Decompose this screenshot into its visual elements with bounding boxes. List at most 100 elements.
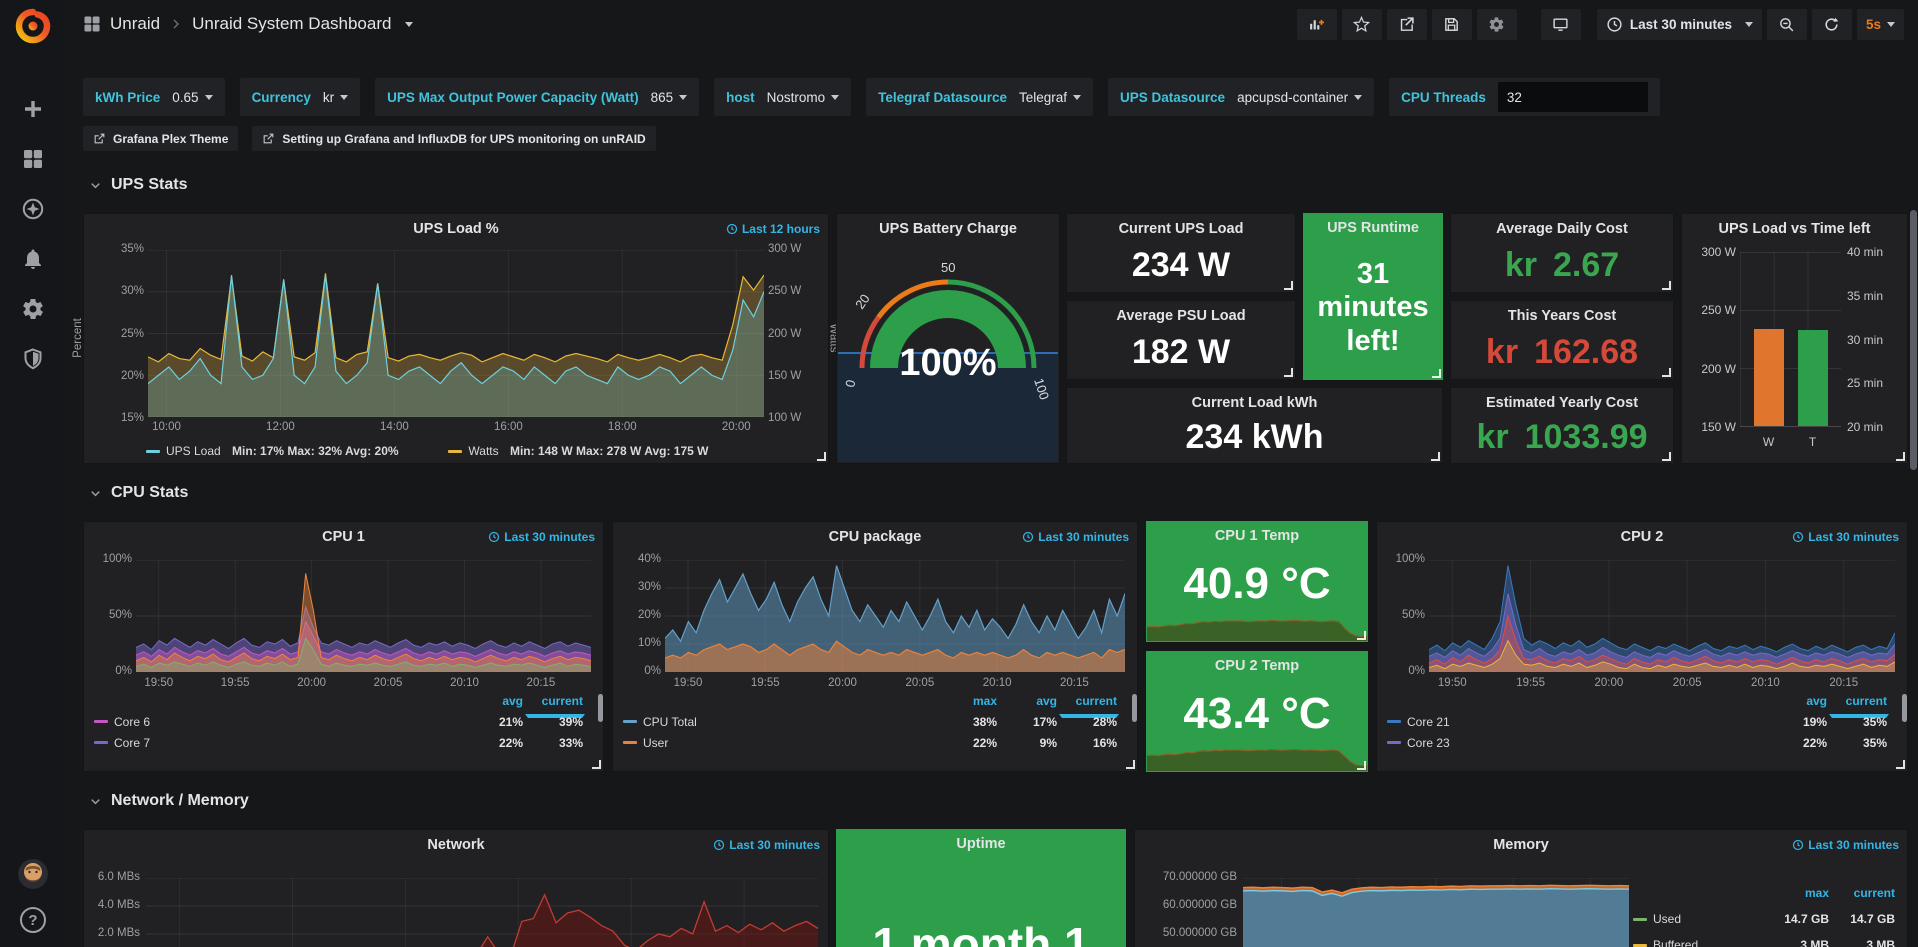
breadcrumb-current[interactable]: Unraid System Dashboard <box>192 14 391 34</box>
panel-title[interactable]: CPU 1 Temp <box>1215 528 1299 544</box>
zoom-out-time-button[interactable] <box>1767 9 1807 40</box>
series-label[interactable]: Core 21 <box>1407 715 1767 729</box>
row-header-cpu-stats[interactable]: CPU Stats <box>88 484 188 502</box>
cycle-view-mode-button[interactable] <box>1541 9 1581 40</box>
panel-time-range-link[interactable]: Last 30 minutes <box>713 838 820 852</box>
save-button[interactable] <box>1432 9 1472 40</box>
alerting-icon[interactable] <box>21 247 45 271</box>
star-button[interactable] <box>1342 9 1382 40</box>
user-avatar[interactable] <box>18 859 48 889</box>
panel-title[interactable]: Uptime <box>956 836 1005 852</box>
series-label[interactable]: CPU Total <box>643 715 937 729</box>
variable-value-dropdown[interactable]: 0.65 <box>172 90 212 105</box>
refresh-interval-picker[interactable]: 5s <box>1857 9 1904 40</box>
configuration-icon[interactable] <box>21 297 45 321</box>
page-scrollbar[interactable] <box>1910 210 1917 470</box>
series-color-swatch[interactable] <box>623 741 637 744</box>
panel-title[interactable]: CPU 2 Temp <box>1215 658 1299 674</box>
panel-time-range-link[interactable]: Last 30 minutes <box>1792 530 1899 544</box>
dashboard-link[interactable]: Grafana Plex Theme <box>83 126 238 151</box>
series-color-swatch[interactable] <box>146 450 160 453</box>
series-label[interactable]: Core 7 <box>114 736 463 750</box>
panel-title[interactable]: Network <box>124 837 788 853</box>
legend-scrollbar[interactable] <box>1132 694 1137 722</box>
create-icon[interactable] <box>21 97 45 121</box>
dashboard-link[interactable]: Setting up Grafana and InfluxDB for UPS … <box>252 126 655 151</box>
series-color-swatch[interactable] <box>1633 918 1647 921</box>
panel-title[interactable]: UPS Battery Charge <box>847 221 1049 237</box>
chevron-down-icon[interactable] <box>405 22 413 27</box>
series-label[interactable]: Core 6 <box>114 715 463 729</box>
series-label[interactable]: UPS Load <box>166 444 221 458</box>
chart-plot-area[interactable] <box>146 878 818 947</box>
panel-title[interactable]: Average PSU Load <box>1116 308 1245 324</box>
chart-plot-area[interactable] <box>148 250 764 417</box>
panel-time-range-link[interactable]: Last 30 minutes <box>1022 530 1129 544</box>
panel-time-range-link[interactable]: Last 30 minutes <box>1792 838 1899 852</box>
row-header-network-memory[interactable]: Network / Memory <box>88 792 249 810</box>
variable-value-dropdown[interactable]: 865 <box>651 90 688 105</box>
add-panel-button[interactable] <box>1297 9 1337 40</box>
share-button[interactable] <box>1387 9 1427 40</box>
panel-title[interactable]: Memory <box>1175 837 1867 853</box>
series-color-swatch[interactable] <box>448 450 462 453</box>
legend-header[interactable]: max <box>1763 886 1829 906</box>
dashboard-settings-button[interactable] <box>1477 9 1517 40</box>
grafana-logo[interactable] <box>14 7 52 45</box>
panel-title[interactable]: UPS Load % <box>124 221 788 237</box>
legend-scrollbar[interactable] <box>598 694 603 722</box>
bar-time-left[interactable] <box>1798 330 1828 426</box>
series-label[interactable]: Buffered <box>1653 938 1763 947</box>
series-color-swatch[interactable] <box>1387 720 1401 723</box>
series-label[interactable]: Watts <box>468 444 498 458</box>
row-header-ups-stats[interactable]: UPS Stats <box>88 176 187 194</box>
chart-plot-area[interactable] <box>136 560 591 672</box>
variable-value-dropdown[interactable]: Nostromo <box>767 90 840 105</box>
legend-header[interactable]: current <box>523 694 583 711</box>
panel-title[interactable]: Current Load kWh <box>1192 395 1318 411</box>
refresh-button[interactable] <box>1812 9 1852 40</box>
breadcrumb-root[interactable]: Unraid <box>110 14 160 34</box>
variable-value-dropdown[interactable]: apcupsd-container <box>1237 90 1362 105</box>
legend-header[interactable]: current <box>1827 694 1887 711</box>
panel-title[interactable]: UPS Runtime <box>1327 220 1419 236</box>
panel-time-range-link[interactable]: Last 12 hours <box>726 222 820 236</box>
legend-header[interactable]: current <box>1057 694 1117 711</box>
panel-title[interactable]: This Years Cost <box>1508 308 1617 324</box>
panel-time-range-link[interactable]: Last 30 minutes <box>488 530 595 544</box>
series-label[interactable]: User <box>643 736 937 750</box>
legend-scrollbar[interactable] <box>1902 694 1907 722</box>
legend-header[interactable]: max <box>937 694 997 711</box>
panel-title[interactable]: UPS Load vs Time left <box>1690 221 1899 237</box>
panel-uptime: Uptime 1 month 1 <box>836 829 1126 947</box>
y-axis-ticks: 100%50%0% <box>92 553 132 677</box>
cpu-threads-input[interactable] <box>1498 82 1648 112</box>
legend-header[interactable]: avg <box>997 694 1057 711</box>
panel-title[interactable]: Estimated Yearly Cost <box>1486 395 1638 411</box>
help-icon[interactable]: ? <box>20 907 46 933</box>
series-label[interactable]: Core 23 <box>1407 736 1767 750</box>
chart-plot-area[interactable] <box>665 560 1125 672</box>
series-color-swatch[interactable] <box>94 741 108 744</box>
series-color-swatch[interactable] <box>1387 741 1401 744</box>
chart-legend: avgcurrent Core 621%39% Core 722%33% <box>94 694 595 753</box>
server-admin-shield-icon[interactable] <box>21 347 45 371</box>
chart-plot-area[interactable] <box>1243 878 1629 947</box>
panel-title[interactable]: Current UPS Load <box>1119 221 1244 237</box>
explore-icon[interactable] <box>21 197 45 221</box>
series-color-swatch[interactable] <box>94 720 108 723</box>
legend-header[interactable]: current <box>1829 886 1895 906</box>
bar-watts[interactable] <box>1754 329 1784 426</box>
chart-plot-area[interactable] <box>1429 560 1895 672</box>
panel-title[interactable]: Average Daily Cost <box>1496 221 1628 237</box>
legend-header[interactable]: avg <box>1767 694 1827 711</box>
time-range-picker[interactable]: Last 30 minutes <box>1597 9 1762 40</box>
variable-value-dropdown[interactable]: Telegraf <box>1019 90 1081 105</box>
legend-header[interactable]: avg <box>463 694 523 711</box>
series-color-swatch[interactable] <box>623 720 637 723</box>
series-color-swatch[interactable] <box>1633 944 1647 947</box>
x-axis-tick: 12:00 <box>266 421 295 433</box>
variable-value-dropdown[interactable]: kr <box>323 90 348 105</box>
series-label[interactable]: Used <box>1653 912 1763 926</box>
dashboards-icon[interactable] <box>21 147 45 171</box>
